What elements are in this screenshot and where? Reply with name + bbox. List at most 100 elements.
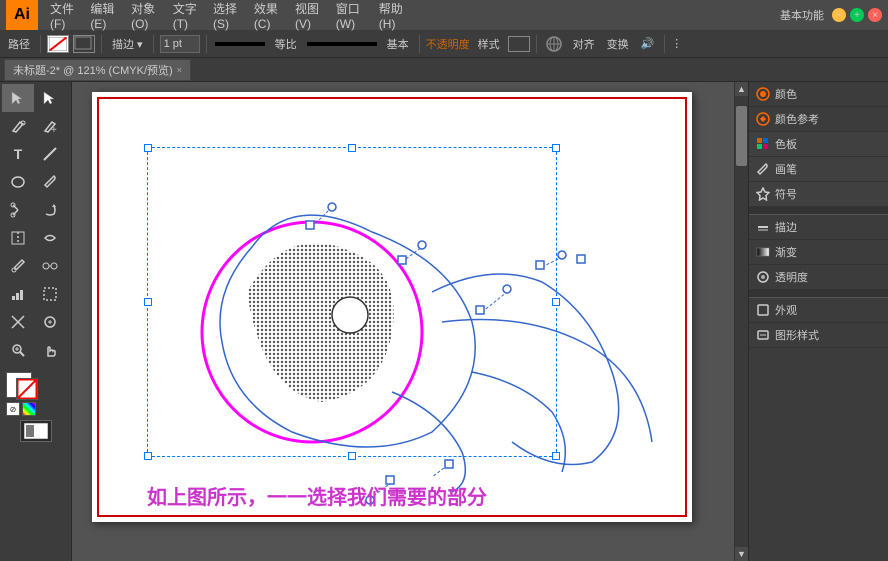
scroll-thumb[interactable] xyxy=(736,106,747,166)
toolbar-sep-7 xyxy=(664,35,665,53)
symbol-sprayer-tool[interactable] xyxy=(34,308,66,336)
menu-select[interactable]: 选择(S) xyxy=(207,0,246,33)
tab-bar: 未标题-2* @ 121% (CMYK/预览) × xyxy=(0,58,888,82)
zoom-tool[interactable] xyxy=(2,336,34,364)
basic-dropdown[interactable]: 基本 xyxy=(383,34,413,54)
main-area: + T xyxy=(0,82,888,561)
panel-appearance[interactable]: 外观 xyxy=(749,298,888,323)
panel-color-ref-label: 颜色参考 xyxy=(775,111,819,127)
slice-tool[interactable] xyxy=(2,308,34,336)
menu-text[interactable]: 文字(T) xyxy=(167,0,205,33)
panel-symbols-label: 符号 xyxy=(775,186,797,202)
toolbar-sep-1 xyxy=(40,35,41,53)
style-label[interactable]: 样式 xyxy=(474,34,504,54)
panel-color[interactable]: 颜色 xyxy=(749,82,888,107)
tool-row-7 xyxy=(2,252,69,280)
stroke-swatch[interactable] xyxy=(16,378,38,400)
close-button[interactable]: × xyxy=(868,8,882,22)
panel-transparency[interactable]: 透明度 xyxy=(749,265,888,290)
stroke-width-input[interactable] xyxy=(160,35,200,53)
menu-window[interactable]: 窗口(W) xyxy=(330,0,371,33)
toolbar-sep-3 xyxy=(153,35,154,53)
stroke-color-box[interactable] xyxy=(47,35,69,53)
stroke-preview-long xyxy=(307,42,377,46)
document-tab[interactable]: 未标题-2* @ 121% (CMYK/预览) × xyxy=(4,59,191,81)
panel-appearance-label: 外观 xyxy=(775,302,797,318)
rotate-tool[interactable] xyxy=(34,196,66,224)
canvas-area: 如上图所示，一一选择我们需要的部分 xyxy=(72,82,734,561)
panel-brushes-label: 画笔 xyxy=(775,161,797,177)
extra-options[interactable]: ⋮ xyxy=(671,37,682,50)
type-tool[interactable]: T xyxy=(2,140,34,168)
menu-object[interactable]: 对象(O) xyxy=(125,0,165,33)
menu-file[interactable]: 文件(F) xyxy=(44,0,82,33)
reflect-tool[interactable] xyxy=(2,224,34,252)
toolbar-sep-2 xyxy=(101,35,102,53)
screen-mode-btn[interactable] xyxy=(20,420,52,442)
menu-help[interactable]: 帮助(H) xyxy=(373,0,412,33)
color-section: ⊘ xyxy=(2,368,69,418)
direct-select-tool[interactable] xyxy=(34,84,66,112)
none-icon[interactable]: ⊘ xyxy=(6,402,20,416)
stroke-preview-short xyxy=(215,42,265,46)
select-tool[interactable] xyxy=(2,84,34,112)
scroll-up-btn[interactable]: ▲ xyxy=(735,82,749,96)
minimize-button[interactable]: − xyxy=(832,8,846,22)
color-icon xyxy=(755,86,771,102)
scroll-down-btn[interactable]: ▼ xyxy=(735,547,749,561)
path-label: 路径 xyxy=(4,34,34,54)
panel-brushes[interactable]: 画笔 xyxy=(749,157,888,182)
menu-edit[interactable]: 编辑(E) xyxy=(84,0,123,33)
eyedropper-tool[interactable] xyxy=(2,252,34,280)
panel-graphic-styles[interactable]: 图形样式 xyxy=(749,323,888,348)
panel-gradient-label: 渐变 xyxy=(775,244,797,260)
artwork-svg xyxy=(92,92,692,522)
equal-ratio-dropdown[interactable]: 等比 xyxy=(271,34,301,54)
hand-tool[interactable] xyxy=(34,336,66,364)
tab-close-btn[interactable]: × xyxy=(177,65,182,75)
menu-effect[interactable]: 效果(C) xyxy=(248,0,287,33)
panel-symbols[interactable]: 符号 xyxy=(749,182,888,207)
graphic-styles-icon xyxy=(755,327,771,343)
tool-row-2: + xyxy=(2,112,69,140)
line-tool[interactable] xyxy=(34,140,66,168)
artboard-tool[interactable] xyxy=(34,280,66,308)
toolbar-sep-4 xyxy=(206,35,207,53)
paintbrush-tool[interactable] xyxy=(34,168,66,196)
panel-stroke[interactable]: 描边 xyxy=(749,215,888,240)
ellipse-tool[interactable] xyxy=(2,168,34,196)
add-anchor-tool[interactable]: + xyxy=(34,112,66,140)
screen-mode-area xyxy=(4,420,67,442)
scissors-tool[interactable] xyxy=(2,196,34,224)
extra-btn[interactable]: 🔊 xyxy=(637,35,659,52)
fill-color-box[interactable] xyxy=(73,35,95,53)
opacity-label[interactable]: 不透明度 xyxy=(426,36,470,52)
panel-swatches[interactable]: 色板 xyxy=(749,132,888,157)
panel-stroke-label: 描边 xyxy=(775,219,797,235)
align-label[interactable]: 对齐 xyxy=(569,34,599,54)
transform-label[interactable]: 变换 xyxy=(603,34,633,54)
vertical-scrollbar: ▲ ▼ xyxy=(734,82,748,561)
blend-tool[interactable] xyxy=(34,252,66,280)
symbols-icon xyxy=(755,186,771,202)
color-icon[interactable] xyxy=(22,402,36,416)
tool-row-4 xyxy=(2,168,69,196)
globe-icon[interactable] xyxy=(543,33,565,55)
menu-view[interactable]: 视图(V) xyxy=(289,0,328,33)
right-panel: 颜色 颜色参考 色板 画笔 符号 xyxy=(748,82,888,561)
color-mode-icons: ⊘ xyxy=(6,402,36,416)
stroke-type-dropdown[interactable]: 描边 ▾ xyxy=(108,34,147,54)
style-preview[interactable] xyxy=(508,36,530,52)
stroke-icon xyxy=(755,219,771,235)
scroll-track[interactable] xyxy=(735,96,748,547)
panel-gradient[interactable]: 渐变 xyxy=(749,240,888,265)
pen-tool[interactable] xyxy=(2,112,34,140)
panel-color-ref[interactable]: 颜色参考 xyxy=(749,107,888,132)
tool-row-8 xyxy=(2,280,69,308)
tab-title: 未标题-2* @ 121% (CMYK/预览) xyxy=(13,62,173,78)
svg-text:+: + xyxy=(51,125,57,134)
maximize-button[interactable]: + xyxy=(850,8,864,22)
column-graph-tool[interactable] xyxy=(2,280,34,308)
warp-tool[interactable] xyxy=(34,224,66,252)
document: 如上图所示，一一选择我们需要的部分 xyxy=(92,92,692,522)
